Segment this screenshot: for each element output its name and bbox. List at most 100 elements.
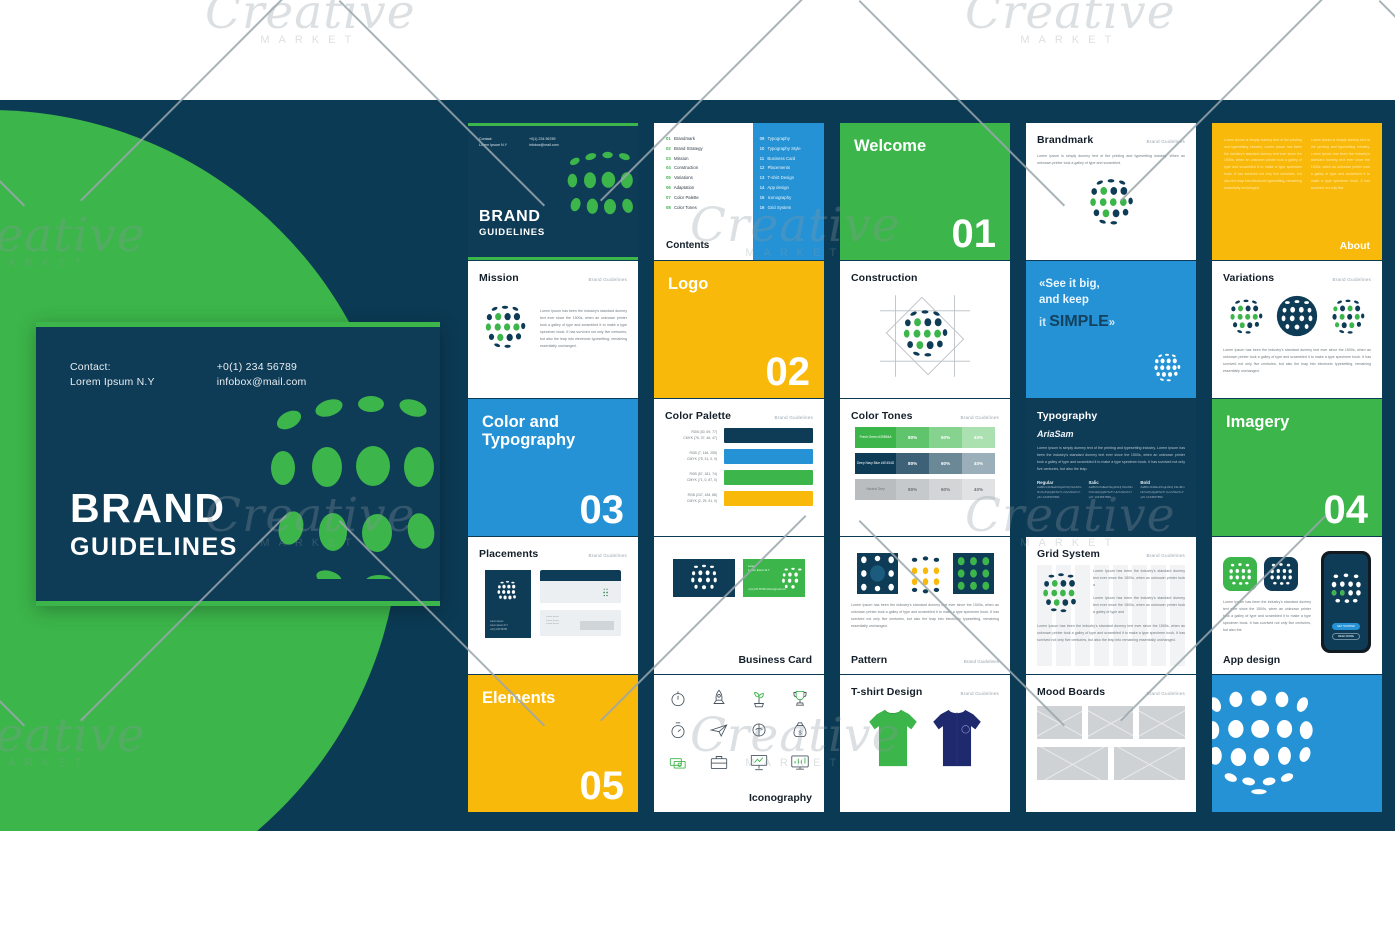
toc-item[interactable]: 04 Construction bbox=[666, 163, 744, 173]
color-typography-line1: Color and bbox=[482, 413, 559, 431]
toc-item[interactable]: 02 Brand Strategy bbox=[666, 144, 744, 154]
slide-grid-system[interactable]: Grid System Brand Guidelines Lorem Ipsum… bbox=[1026, 537, 1196, 674]
tone-base-name: Neutral Grey bbox=[855, 479, 897, 500]
watermark-logo: Creative MARKET bbox=[205, 0, 416, 46]
toc-item[interactable]: 10 Typography Style bbox=[760, 144, 817, 154]
grid-system-body2: Lorem Ipsum has been the industry's stan… bbox=[1093, 596, 1185, 614]
toc-item[interactable]: 11 Business Card bbox=[760, 154, 817, 164]
app-primary-button[interactable]: GET STARTED bbox=[1332, 623, 1360, 630]
watermark-word: Creative bbox=[205, 0, 416, 40]
cover-contact-label: Contact: bbox=[70, 361, 111, 373]
about-column-1: Lorem Ipsum is simply dummy text of the … bbox=[1224, 138, 1302, 190]
business-card-back: Lorem Lorem Ipsum N.Y +0(1) 234 56789 inf… bbox=[743, 559, 805, 597]
slide-welcome[interactable]: Welcome 01 bbox=[840, 123, 1010, 260]
variations-body: Lorem Ipsum has been the industry's stan… bbox=[1223, 348, 1371, 373]
briefcase-icon bbox=[701, 748, 738, 776]
color-tones-title: Color Tones bbox=[851, 410, 913, 422]
slide-elements[interactable]: Elements 05 bbox=[468, 675, 638, 812]
slide-imagery[interactable]: Imagery 04 bbox=[1212, 399, 1382, 536]
paper-plane-icon bbox=[701, 716, 738, 744]
toc-item[interactable]: 08 Color Tones bbox=[666, 203, 744, 213]
thumb-email: infobox@mail.com bbox=[528, 142, 559, 147]
construction-title: Construction bbox=[851, 272, 918, 284]
toc-item[interactable]: 15 Iconography bbox=[760, 193, 817, 203]
toc-item[interactable]: 06 Adaptation bbox=[666, 183, 744, 193]
slide-color-palette[interactable]: Color Palette Brand Guidelines RGB (30, … bbox=[654, 399, 824, 536]
color-typography-label: Color and Typography bbox=[482, 413, 575, 450]
slide-brandmark-large[interactable] bbox=[1212, 675, 1382, 812]
mission-title: Mission bbox=[479, 272, 519, 284]
toc-item[interactable]: 01 Brandmark bbox=[666, 134, 744, 144]
slide-mission[interactable]: Mission Brand Guidelines Lorem Ipsum has… bbox=[468, 261, 638, 398]
thumb-title-line1: BRAND bbox=[479, 208, 541, 225]
slide-brandmark[interactable]: Brandmark Brand Guidelines Lorem Ipsum i… bbox=[1026, 123, 1196, 260]
pattern-body: Lorem Ipsum has been the industry's stan… bbox=[851, 603, 999, 628]
variations-tag: Brand Guidelines bbox=[1332, 277, 1371, 282]
slide-about[interactable]: Lorem Ipsum is simply dummy text of the … bbox=[1212, 123, 1382, 260]
palette-swatch bbox=[724, 449, 813, 464]
logo-number: 02 bbox=[765, 350, 811, 394]
toc-item[interactable]: 03 Mission bbox=[666, 154, 744, 164]
elements-label: Elements bbox=[482, 689, 556, 707]
contents-right-column: 09 Typography 10 Typography Style 11 Bus… bbox=[752, 123, 824, 260]
toc-item[interactable]: 16 Grid System bbox=[760, 203, 817, 213]
slide-pattern[interactable]: Lorem Ipsum has been the industry's stan… bbox=[840, 537, 1010, 674]
pattern-tile-green bbox=[952, 553, 994, 594]
slide-quote[interactable]: «See it big, and keep it SIMPLE» bbox=[1026, 261, 1196, 398]
slide-iconography[interactable]: $ Iconography bbox=[654, 675, 824, 812]
palette-row: RGB (57, 181, 74) CMYK (71, 0, 87, 0) bbox=[665, 470, 813, 485]
tone-step: 40% bbox=[962, 427, 995, 448]
cover-top-stripe bbox=[36, 322, 440, 327]
slide-cover-thumb[interactable]: Contact: Lorem Ipsum N.Y +0(1) 234 56789… bbox=[468, 123, 638, 260]
slide-contents[interactable]: 01 Brandmark 02 Brand Strategy 03 Missio… bbox=[654, 123, 824, 260]
toc-item[interactable]: 13 T-shirt Design bbox=[760, 173, 817, 183]
tone-step: 60% bbox=[929, 427, 963, 448]
color-palette-tag: Brand Guidelines bbox=[774, 415, 813, 420]
toc-item[interactable]: 14 App design bbox=[760, 183, 817, 193]
palette-cmyk: CMYK (2, 29, 91, 0) bbox=[687, 498, 717, 503]
app-secondary-button[interactable]: READ MORE bbox=[1332, 633, 1360, 640]
palette-row: RGB (7, 146, 255) CMYK (75, 31, 0, 0) bbox=[665, 449, 813, 464]
slide-construction[interactable]: Construction bbox=[840, 261, 1010, 398]
app-design-word: App design bbox=[1223, 654, 1281, 666]
slide-tshirt-design[interactable]: T-shirt Design Brand Guidelines bbox=[840, 675, 1010, 812]
quote-line3-small: it bbox=[1039, 316, 1050, 329]
toc-item[interactable]: 05 Variations bbox=[666, 173, 744, 183]
slide-app-design[interactable]: Lorem Ipsum has been the industry's stan… bbox=[1212, 537, 1382, 674]
thumb-globe-icon bbox=[566, 139, 638, 225]
brain-idea-icon bbox=[741, 716, 778, 744]
slide-mood-boards[interactable]: Mood Boards Brand Guidelines bbox=[1026, 675, 1196, 812]
toc-item[interactable]: 09 Typography bbox=[760, 134, 817, 144]
slide-variations[interactable]: Variations Brand Guidelines Lorem Ipsum … bbox=[1212, 261, 1382, 398]
color-palette-title: Color Palette bbox=[665, 410, 732, 422]
slide-color-typography[interactable]: Color and Typography 03 bbox=[468, 399, 638, 536]
watermark-logo: Creative MARKET bbox=[965, 0, 1176, 46]
business-card-front bbox=[673, 559, 735, 597]
slide-typography[interactable]: Typography AriaSam Lorem Ipsum is simply… bbox=[1026, 399, 1196, 536]
about-word: About bbox=[1339, 240, 1370, 252]
brandmark-globe-icon bbox=[267, 364, 440, 589]
welcome-number: 01 bbox=[951, 212, 997, 256]
slide-logo[interactable]: Logo 02 bbox=[654, 261, 824, 398]
variations-logo-row bbox=[1223, 292, 1371, 340]
placements-tag: Brand Guidelines bbox=[588, 553, 627, 558]
iconography-word: Iconography bbox=[748, 792, 812, 804]
slide-placements[interactable]: Placements Brand Guidelines Lorem Ipsum L… bbox=[468, 537, 638, 674]
slide-color-tones[interactable]: Color Tones Brand Guidelines Fresh Green… bbox=[840, 399, 1010, 536]
pattern-tile-amber bbox=[904, 553, 946, 594]
toc-item[interactable]: 07 Color Palette bbox=[666, 193, 744, 203]
placement-envelope bbox=[540, 570, 621, 603]
slide-business-card[interactable]: Lorem Lorem Ipsum N.Y +0(1) 234 56789 inf… bbox=[654, 537, 824, 674]
watermark-word: Creative bbox=[965, 0, 1176, 40]
monitor-chart-icon bbox=[782, 748, 819, 776]
cover-bottom-stripe bbox=[36, 601, 440, 606]
typography-weight-sample: AaBbCcDdEeFfGgHhIiJj KkLlMmNnOoPpQqRrSsT… bbox=[1037, 485, 1082, 499]
brandmark-large-icon bbox=[1212, 679, 1328, 812]
typography-body: Lorem Ipsum is simply dummy text of the … bbox=[1037, 446, 1185, 471]
mood-board-tile bbox=[1037, 747, 1108, 780]
quote-line3-end: » bbox=[1108, 316, 1116, 329]
toc-item[interactable]: 12 Placements bbox=[760, 163, 817, 173]
mood-boards-title: Mood Boards bbox=[1037, 686, 1106, 698]
thumb-phone: +0(1) 234 56789 bbox=[528, 137, 556, 141]
svg-text:$: $ bbox=[798, 730, 801, 736]
